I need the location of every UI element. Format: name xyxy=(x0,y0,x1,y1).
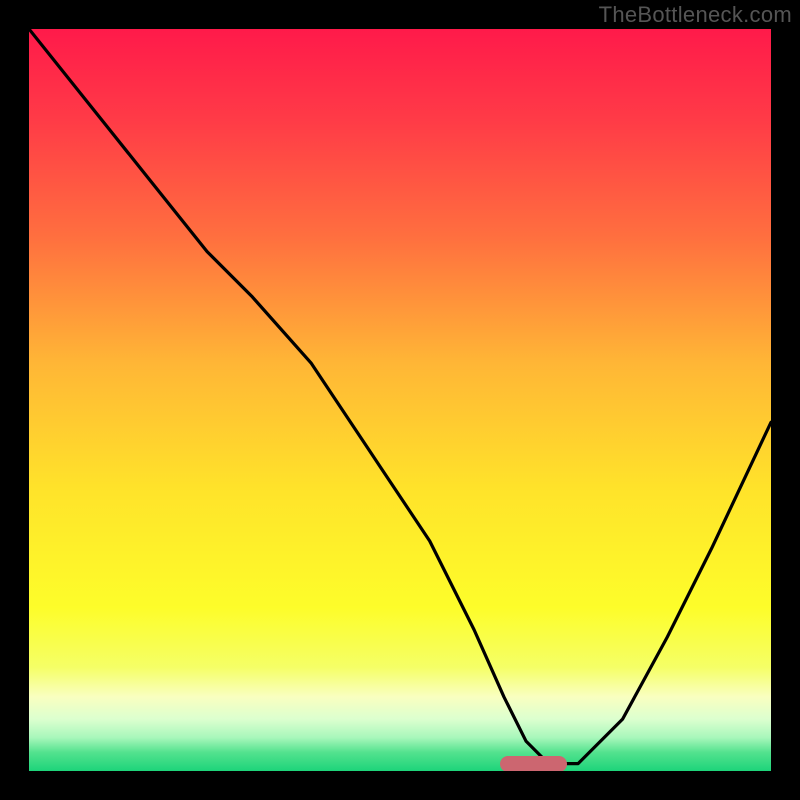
optimal-range-marker xyxy=(500,756,567,771)
plot-area xyxy=(29,29,771,771)
plot-area-border xyxy=(25,25,775,775)
watermark-text: TheBottleneck.com xyxy=(599,2,792,28)
bottleneck-curve xyxy=(29,29,771,771)
chart-frame: TheBottleneck.com xyxy=(0,0,800,800)
